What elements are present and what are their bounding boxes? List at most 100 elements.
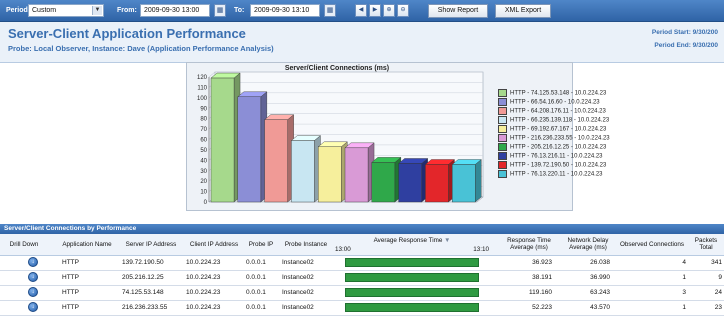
legend-item: HTTP - 74.125.53.148 - 10.0.224.23 bbox=[498, 89, 606, 97]
next-icon[interactable]: ▶ bbox=[369, 4, 381, 17]
cell-probe-instance: Instance02 bbox=[282, 289, 314, 296]
table-row[interactable]: ↓ HTTP 74.125.53.148 10.0.224.23 0.0.0.1… bbox=[0, 285, 724, 301]
col-packets-line2: Total bbox=[699, 244, 713, 251]
cell-network-delay: 63.243 bbox=[590, 289, 610, 296]
table-row[interactable]: ↓ HTTP 216.236.233.55 10.0.224.23 0.0.0.… bbox=[0, 300, 724, 316]
cell-response-time: 119.160 bbox=[528, 289, 552, 296]
bar bbox=[452, 164, 476, 203]
legend-swatch bbox=[498, 161, 507, 169]
col-response-time[interactable]: Response Time Average (ms) bbox=[498, 237, 560, 251]
cell-packets-total: 341 bbox=[711, 259, 722, 266]
from-datetime-input[interactable]: 2009-09-30 13:00 bbox=[140, 4, 210, 17]
cell-observed-connections: 1 bbox=[682, 304, 686, 311]
toolbar: Period: Custom ▼ From: 2009-09-30 13:00 … bbox=[0, 0, 724, 22]
cell-application: HTTP bbox=[62, 304, 79, 311]
y-tick-label: 90 bbox=[200, 106, 207, 112]
to-datetime-value: 2009-09-30 13:10 bbox=[254, 7, 310, 14]
col-observed-connections[interactable]: Observed Connections bbox=[614, 241, 690, 248]
legend-swatch bbox=[498, 125, 507, 133]
drill-down-icon[interactable]: ↓ bbox=[28, 257, 38, 267]
to-label: To: bbox=[234, 7, 245, 14]
show-report-button[interactable]: Show Report bbox=[428, 4, 488, 18]
bar bbox=[237, 96, 262, 203]
bar bbox=[344, 147, 369, 203]
legend-label: HTTP - 64.208.176.11 - 10.0.224.23 bbox=[510, 108, 606, 115]
from-label: From: bbox=[117, 7, 137, 14]
drill-down-icon[interactable]: ↓ bbox=[28, 302, 38, 312]
to-datetime-input[interactable]: 2009-09-30 13:10 bbox=[250, 4, 320, 17]
to-calendar-icon[interactable]: ▦ bbox=[324, 4, 336, 17]
cell-probe-ip: 0.0.0.1 bbox=[246, 259, 266, 266]
table-section-header: Server/Client Connections by Performance bbox=[0, 224, 724, 234]
col-packets-total[interactable]: Packets Total bbox=[690, 237, 722, 251]
col-response-time-line2: Average (ms) bbox=[510, 244, 548, 251]
from-datetime-value: 2009-09-30 13:00 bbox=[144, 7, 200, 14]
legend-item: HTTP - 76.13.220.11 - 10.0.224.23 bbox=[498, 170, 603, 178]
bar-side bbox=[475, 159, 482, 203]
col-average-response-time[interactable]: Average Response Time ▼ bbox=[352, 237, 472, 244]
drill-down-icon[interactable]: ↓ bbox=[28, 287, 38, 297]
col-server-ip[interactable]: Server IP Address bbox=[120, 241, 182, 248]
cell-probe-instance: Instance02 bbox=[282, 274, 314, 281]
legend-swatch bbox=[498, 89, 507, 97]
zoom-out-icon[interactable]: ⊖ bbox=[397, 4, 409, 17]
legend-label: HTTP - 139.72.190.50 - 10.0.224.23 bbox=[510, 162, 607, 169]
cell-response-time: 38.191 bbox=[532, 274, 552, 281]
previous-icon[interactable]: ◀ bbox=[355, 4, 367, 17]
legend-label: HTTP - 216.236.233.55 - 10.0.224.23 bbox=[510, 135, 610, 142]
legend-swatch bbox=[498, 116, 507, 124]
legend-label: HTTP - 66.54.16.60 - 10.0.224.23 bbox=[510, 99, 600, 106]
page-subtitle: Probe: Local Observer, Instance: Dave (A… bbox=[8, 44, 274, 53]
col-network-delay-line2: Average (ms) bbox=[569, 244, 607, 251]
bar bbox=[398, 163, 422, 203]
y-tick-label: 110 bbox=[197, 85, 207, 91]
period-select[interactable]: Custom ▼ bbox=[28, 4, 104, 17]
cell-probe-instance: Instance02 bbox=[282, 304, 314, 311]
legend-label: HTTP - 66.235.139.118 - 10.0.224.23 bbox=[510, 117, 610, 124]
legend-item: HTTP - 66.235.139.118 - 10.0.224.23 bbox=[498, 116, 609, 124]
bar bbox=[425, 164, 449, 203]
col-drill-down[interactable]: Drill Down bbox=[4, 241, 44, 248]
zoom-in-icon[interactable]: ⊕ bbox=[383, 4, 395, 17]
cell-packets-total: 9 bbox=[718, 274, 722, 281]
legend-item: HTTP - 64.208.176.11 - 10.0.224.23 bbox=[498, 107, 606, 115]
bar bbox=[371, 162, 396, 203]
cell-application: HTTP bbox=[62, 289, 79, 296]
legend-item: HTTP - 76.13.216.11 - 10.0.224.23 bbox=[498, 152, 603, 160]
from-calendar-icon[interactable]: ▦ bbox=[214, 4, 226, 17]
cell-probe-ip: 0.0.0.1 bbox=[246, 304, 266, 311]
legend-label: HTTP - 69.192.67.167 - 10.0.224.23 bbox=[510, 126, 607, 133]
cell-client-ip: 10.0.224.23 bbox=[186, 289, 221, 296]
bar bbox=[317, 146, 342, 203]
col-probe-ip[interactable]: Probe IP bbox=[243, 241, 279, 248]
response-time-bar bbox=[345, 303, 479, 312]
bar bbox=[210, 77, 235, 203]
period-end: Period End: 9/30/200 bbox=[654, 42, 718, 49]
table-section-title: Server/Client Connections by Performance bbox=[4, 225, 137, 232]
y-tick-label: 120 bbox=[197, 75, 208, 81]
cell-network-delay: 36.990 bbox=[590, 274, 610, 281]
cell-network-delay: 26.038 bbox=[590, 259, 610, 266]
cell-response-time: 36.923 bbox=[532, 259, 552, 266]
legend-swatch bbox=[498, 170, 507, 178]
y-tick-label: 100 bbox=[197, 96, 208, 102]
cell-probe-ip: 0.0.0.1 bbox=[246, 274, 266, 281]
cell-response-time: 52.223 bbox=[532, 304, 552, 311]
report-header: Server-Client Application Performance Pr… bbox=[0, 22, 724, 63]
legend-label: HTTP - 205.216.12.25 - 10.0.224.23 bbox=[510, 144, 607, 151]
cell-client-ip: 10.0.224.23 bbox=[186, 259, 221, 266]
table-row[interactable]: ↓ HTTP 205.216.12.25 10.0.224.23 0.0.0.1… bbox=[0, 270, 724, 286]
drill-down-icon[interactable]: ↓ bbox=[28, 272, 38, 282]
cell-server-ip: 74.125.53.148 bbox=[122, 289, 164, 296]
col-network-delay[interactable]: Network Delay Average (ms) bbox=[560, 237, 616, 251]
xml-export-button[interactable]: XML Export bbox=[495, 4, 551, 18]
legend-item: HTTP - 69.192.67.167 - 10.0.224.23 bbox=[498, 125, 606, 133]
col-probe-instance[interactable]: Probe Instance bbox=[280, 241, 332, 248]
cell-packets-total: 24 bbox=[714, 289, 722, 296]
col-application-name[interactable]: Application Name bbox=[56, 241, 118, 248]
cell-probe-instance: Instance02 bbox=[282, 259, 314, 266]
col-client-ip[interactable]: Client IP Address bbox=[184, 241, 244, 248]
legend-item: HTTP - 66.54.16.60 - 10.0.224.23 bbox=[498, 98, 600, 106]
table-row[interactable]: ↓ HTTP 139.72.190.50 10.0.224.23 0.0.0.1… bbox=[0, 255, 724, 271]
col-response-time-line1: Response Time bbox=[507, 237, 551, 244]
